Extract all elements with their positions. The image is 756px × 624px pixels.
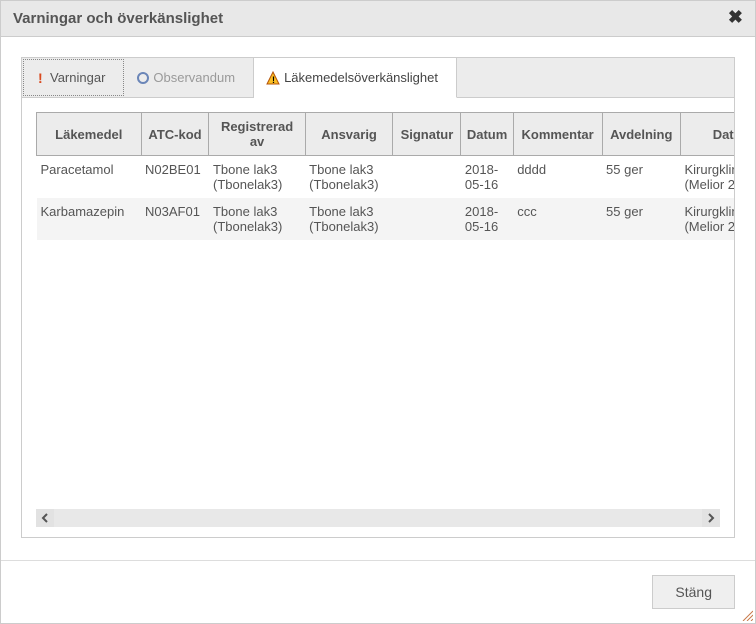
cell-date: 2018-05-16 bbox=[461, 198, 513, 240]
close-icon[interactable]: ✖ bbox=[728, 7, 743, 28]
tab-bar: ! Varningar Observandum ! Läkemedelsöver… bbox=[21, 57, 735, 98]
scroll-left-arrow-icon[interactable] bbox=[36, 509, 54, 527]
cell-registered_by: Tbone lak3 (Tbonelak3) bbox=[209, 156, 305, 199]
cell-comment: ccc bbox=[513, 198, 602, 240]
cell-signature bbox=[393, 198, 461, 240]
tab-warnings-label: Varningar bbox=[50, 70, 105, 85]
cell-drug: Karbamazepin bbox=[37, 198, 142, 240]
table-header-row: Läkemedel ATC-kod Registrerad av Ansvari… bbox=[37, 113, 735, 156]
sensitivity-table: Läkemedel ATC-kod Registrerad av Ansvari… bbox=[36, 112, 734, 240]
dialog-footer: Stäng bbox=[1, 560, 755, 623]
exclamation-icon: ! bbox=[36, 71, 46, 85]
tab-warnings[interactable]: ! Varningar bbox=[23, 59, 124, 96]
dialog-content: ! Varningar Observandum ! Läkemedelsöver… bbox=[1, 37, 755, 558]
cell-signature bbox=[393, 156, 461, 199]
table-row[interactable]: KarbamazepinN03AF01Tbone lak3 (Tbonelak3… bbox=[37, 198, 735, 240]
warning-triangle-icon: ! bbox=[266, 71, 280, 85]
cell-responsible: Tbone lak3 (Tbonelak3) bbox=[305, 198, 393, 240]
table-scroll: Läkemedel ATC-kod Registrerad av Ansvari… bbox=[36, 112, 734, 507]
dialog-title: Varningar och överkänslighet bbox=[13, 10, 223, 27]
cell-atc: N03AF01 bbox=[141, 198, 209, 240]
svg-text:!: ! bbox=[272, 75, 275, 85]
cell-responsible: Tbone lak3 (Tbonelak3) bbox=[305, 156, 393, 199]
col-comment[interactable]: Kommentar bbox=[513, 113, 602, 156]
circle-icon bbox=[137, 72, 149, 84]
cell-ward: 55 ger bbox=[602, 198, 680, 240]
col-signature[interactable]: Signatur bbox=[393, 113, 461, 156]
resize-grip-icon[interactable] bbox=[741, 609, 753, 621]
cell-drug: Paracetamol bbox=[37, 156, 142, 199]
cell-database: Kirurgklinik A (Melior 2 enhet1) bbox=[680, 198, 734, 240]
titlebar: Varningar och överkänslighet ✖ bbox=[1, 1, 755, 37]
cell-ward: 55 ger bbox=[602, 156, 680, 199]
tab-drug-sensitivity-label: Läkemedelsöverkänslighet bbox=[284, 70, 438, 85]
tab-drug-sensitivity[interactable]: ! Läkemedelsöverkänslighet bbox=[254, 58, 457, 98]
scroll-right-arrow-icon[interactable] bbox=[702, 509, 720, 527]
col-database[interactable]: Databas bbox=[680, 113, 734, 156]
horizontal-scrollbar[interactable] bbox=[36, 509, 720, 527]
col-responsible[interactable]: Ansvarig bbox=[305, 113, 393, 156]
dialog-window: Varningar och överkänslighet ✖ ! Varning… bbox=[0, 0, 756, 624]
table-container: Läkemedel ATC-kod Registrerad av Ansvari… bbox=[21, 98, 735, 538]
close-button[interactable]: Stäng bbox=[652, 575, 735, 609]
scroll-track[interactable] bbox=[54, 509, 702, 527]
col-date[interactable]: Datum bbox=[461, 113, 513, 156]
cell-registered_by: Tbone lak3 (Tbonelak3) bbox=[209, 198, 305, 240]
table-row[interactable]: ParacetamolN02BE01Tbone lak3 (Tbonelak3)… bbox=[37, 156, 735, 199]
tab-observandum-label: Observandum bbox=[153, 70, 235, 85]
cell-comment: dddd bbox=[513, 156, 602, 199]
col-atc[interactable]: ATC-kod bbox=[141, 113, 209, 156]
cell-atc: N02BE01 bbox=[141, 156, 209, 199]
col-drug[interactable]: Läkemedel bbox=[37, 113, 142, 156]
svg-text:!: ! bbox=[38, 71, 43, 85]
cell-database: Kirurgklinik A (Melior 2 enhet1) bbox=[680, 156, 734, 199]
col-registered-by[interactable]: Registrerad av bbox=[209, 113, 305, 156]
cell-date: 2018-05-16 bbox=[461, 156, 513, 199]
tab-observandum[interactable]: Observandum bbox=[125, 58, 254, 97]
col-ward[interactable]: Avdelning bbox=[602, 113, 680, 156]
